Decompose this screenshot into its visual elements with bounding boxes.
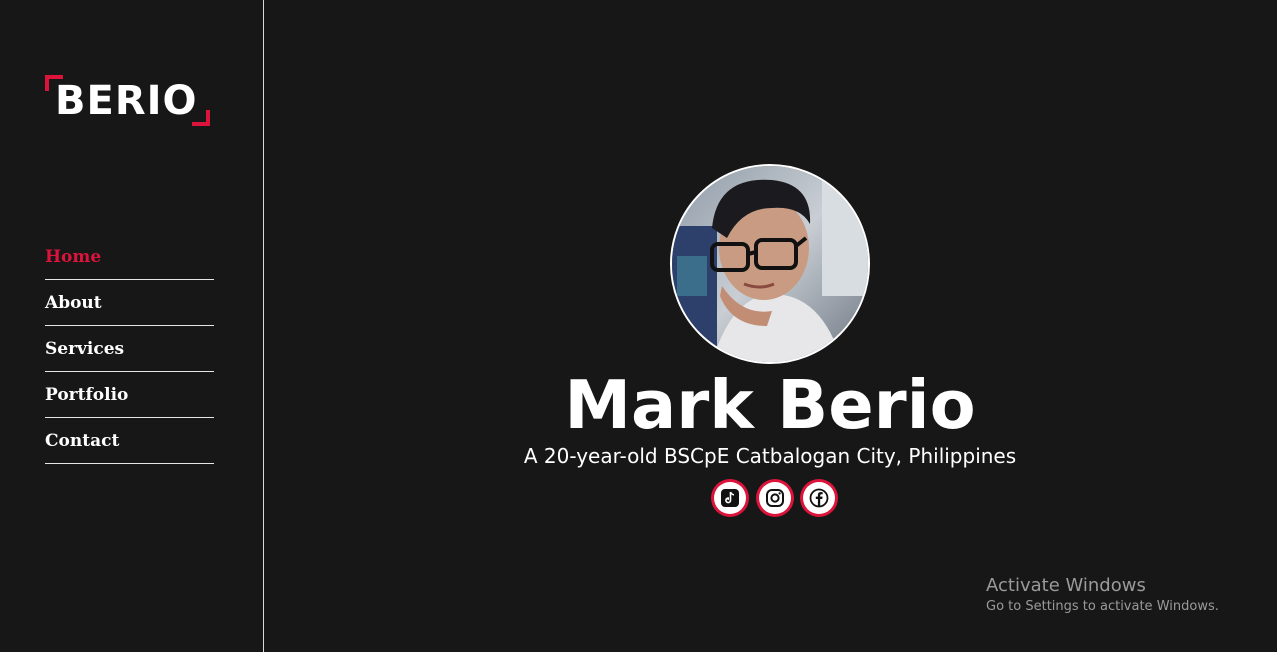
nav-item-services[interactable]: Services [45,327,214,372]
tiktok-badge [714,482,746,514]
logo-text: BERIO [55,78,198,124]
instagram-link[interactable] [756,479,794,517]
sidebar: BERIO Home About Services Portfolio Cont… [0,0,264,652]
hero-tagline: A 20-year-old BSCpE Catbalogan City, Phi… [523,444,1017,468]
tiktok-icon [721,489,739,507]
instagram-icon [766,489,784,507]
instagram-badge [759,482,791,514]
nav-item-label[interactable]: Services [45,339,124,359]
nav-item-contact[interactable]: Contact [45,419,214,464]
facebook-icon [809,488,829,508]
logo-corner-bottom-right [192,110,210,126]
watermark-title: Activate Windows [986,575,1146,596]
nav-item-label[interactable]: About [45,293,102,313]
hero-name: Mark Berio [564,366,976,444]
nav-item-label[interactable]: Home [45,247,101,267]
nav-item-portfolio[interactable]: Portfolio [45,373,214,418]
nav-item-label[interactable]: Portfolio [45,385,128,405]
nav-item-label[interactable]: Contact [45,431,119,451]
brand-logo[interactable]: BERIO [45,75,210,126]
watermark-subtitle: Go to Settings to activate Windows. [986,599,1219,614]
main-nav: Home About Services Portfolio Contact [45,235,214,464]
profile-photo [670,164,870,364]
profile-photo-image [672,166,868,362]
social-links [711,479,841,519]
tiktok-link[interactable] [711,479,749,517]
nav-item-about[interactable]: About [45,281,214,326]
facebook-badge [803,482,835,514]
facebook-link[interactable] [800,479,838,517]
windows-activation-watermark: Activate Windows Go to Settings to activ… [986,575,1219,617]
nav-item-home[interactable]: Home [45,235,214,280]
